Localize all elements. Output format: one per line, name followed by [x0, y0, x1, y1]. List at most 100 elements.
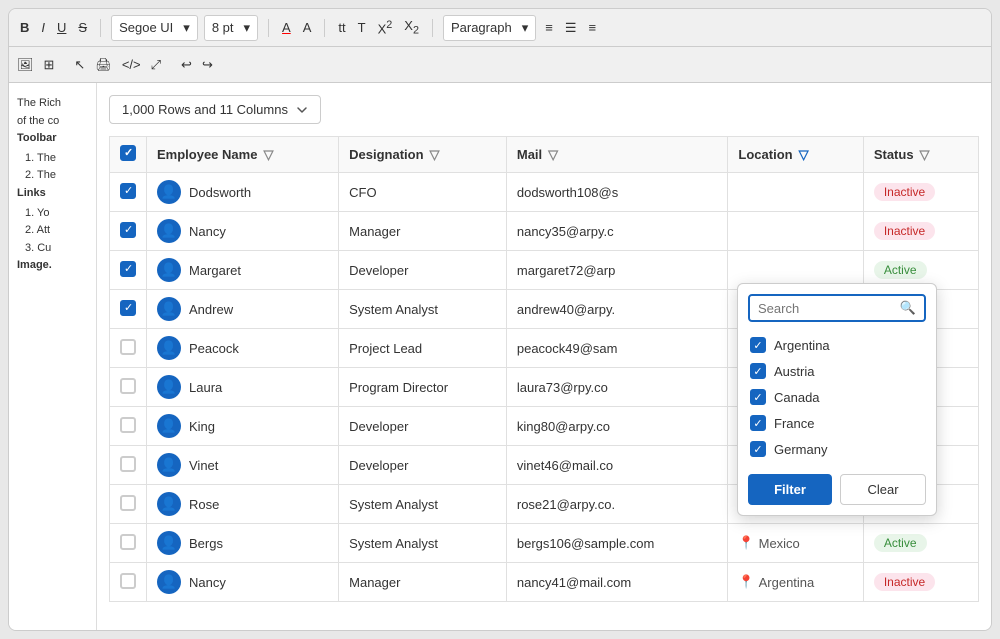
- row-checkbox[interactable]: [120, 456, 136, 472]
- editor-sidebar: The Rich of the co Toolbar 1. The 2. The…: [9, 83, 97, 630]
- mail: nancy41@mail.com: [506, 563, 728, 602]
- align-button[interactable]: ≡: [542, 18, 556, 37]
- filter-designation-icon[interactable]: ▽: [430, 147, 440, 163]
- row-checkbox[interactable]: [120, 222, 136, 238]
- column-header-status: Status ▽: [863, 137, 978, 173]
- filter-location-icon[interactable]: ▽: [799, 147, 809, 163]
- avatar: 👤: [157, 180, 181, 204]
- font-name-select[interactable]: Segoe UI ▾: [111, 15, 198, 41]
- fullscreen-button[interactable]: ⤢: [151, 57, 161, 73]
- filter-item[interactable]: Austria: [748, 358, 926, 384]
- row-checkbox[interactable]: [120, 417, 136, 433]
- bold-button[interactable]: B: [17, 18, 32, 37]
- separator-4: [432, 19, 433, 37]
- undo-button[interactable]: ↩: [181, 57, 192, 73]
- separator-1: [100, 19, 101, 37]
- avatar: 👤: [157, 258, 181, 282]
- row-checkbox[interactable]: [120, 339, 136, 355]
- filter-item-label: Germany: [774, 442, 827, 457]
- font-color-button[interactable]: A: [279, 18, 294, 37]
- filter-apply-button[interactable]: Filter: [748, 474, 832, 505]
- avatar: 👤: [157, 297, 181, 321]
- row-checkbox[interactable]: [120, 573, 136, 589]
- location: 📍Mexico: [728, 524, 863, 563]
- image-button[interactable]: 🖼: [17, 57, 34, 73]
- row-checkbox[interactable]: [120, 495, 136, 511]
- t-button[interactable]: T: [355, 18, 369, 37]
- filter-clear-button[interactable]: Clear: [840, 474, 926, 505]
- strikethrough-button[interactable]: S: [75, 18, 90, 37]
- employee-name: Laura: [189, 380, 222, 395]
- row-checkbox[interactable]: [120, 300, 136, 316]
- employee-name: King: [189, 419, 215, 434]
- editor-body: The Rich of the co Toolbar 1. The 2. The…: [9, 83, 991, 630]
- column-header-name: Employee Name ▽: [147, 137, 339, 173]
- filter-status-icon[interactable]: ▽: [920, 147, 930, 163]
- rows-select-button[interactable]: 1,000 Rows and 11 Columns: [109, 95, 321, 124]
- employee-name: Bergs: [189, 536, 223, 551]
- select-all-checkbox[interactable]: [120, 145, 136, 161]
- table-button[interactable]: ⊞: [44, 57, 55, 73]
- filter-item-checkbox[interactable]: [750, 337, 766, 353]
- filter-search-container: 🔍: [748, 294, 926, 322]
- status-cell: Inactive: [863, 563, 978, 602]
- code-button[interactable]: </>: [122, 57, 141, 72]
- status-cell: Inactive: [863, 173, 978, 212]
- filter-item[interactable]: Argentina: [748, 332, 926, 358]
- designation: Developer: [339, 446, 507, 485]
- font-size-select[interactable]: 8 pt ▾: [204, 15, 258, 41]
- status-badge: Active: [874, 261, 927, 279]
- status-badge: Inactive: [874, 183, 935, 201]
- designation: CFO: [339, 173, 507, 212]
- list-button[interactable]: ☰: [562, 18, 580, 38]
- filter-item-checkbox[interactable]: [750, 363, 766, 379]
- select-all-header[interactable]: [110, 137, 147, 173]
- filter-item[interactable]: Germany: [748, 436, 926, 462]
- table-row: 👤 Dodsworth CFOdodsworth108@s Inactive: [110, 173, 979, 212]
- avatar: 👤: [157, 570, 181, 594]
- filter-item-checkbox[interactable]: [750, 415, 766, 431]
- employee-name: Peacock: [189, 341, 239, 356]
- sidebar-intro2: of the co: [17, 113, 88, 131]
- select-button[interactable]: ↖: [74, 57, 85, 73]
- table-row: 👤BergsSystem Analystbergs106@sample.com📍…: [110, 524, 979, 563]
- row-checkbox[interactable]: [120, 183, 136, 199]
- search-icon: 🔍: [900, 300, 916, 316]
- italic-button[interactable]: I: [38, 18, 48, 37]
- location: 📍 Argentina: [728, 563, 863, 602]
- print-button[interactable]: 🖨: [95, 57, 112, 73]
- status-cell: Inactive: [863, 212, 978, 251]
- redo-button[interactable]: ↪: [202, 57, 213, 73]
- underline-button[interactable]: U: [54, 18, 69, 37]
- superscript-button[interactable]: X2: [375, 17, 396, 38]
- filter-item-checkbox[interactable]: [750, 389, 766, 405]
- location: [728, 173, 863, 212]
- filter-item-checkbox[interactable]: [750, 441, 766, 457]
- row-checkbox[interactable]: [120, 261, 136, 277]
- filter-search-input[interactable]: [758, 301, 894, 316]
- designation: Program Director: [339, 368, 507, 407]
- subscript-button[interactable]: X2: [401, 16, 422, 39]
- filter-item[interactable]: France: [748, 410, 926, 436]
- filter-item[interactable]: Canada: [748, 384, 926, 410]
- list-style-button[interactable]: ≡: [585, 18, 599, 37]
- row-checkbox[interactable]: [120, 378, 136, 394]
- mail: andrew40@arpy.: [506, 290, 728, 329]
- avatar: 👤: [157, 414, 181, 438]
- employee-name: Dodsworth: [189, 185, 251, 200]
- designation: Manager: [339, 563, 507, 602]
- paragraph-select[interactable]: Paragraph ▾: [443, 15, 536, 41]
- row-checkbox[interactable]: [120, 534, 136, 550]
- mail: margaret72@arp: [506, 251, 728, 290]
- location-text: Argentina: [759, 575, 815, 590]
- designation: Manager: [339, 212, 507, 251]
- location-pin-icon: 📍: [738, 574, 754, 590]
- mail: dodsworth108@s: [506, 173, 728, 212]
- filter-mail-icon[interactable]: ▽: [548, 147, 558, 163]
- highlight-button[interactable]: A: [300, 18, 315, 37]
- filter-item-label: France: [774, 416, 814, 431]
- sidebar-t2: 2. The: [17, 167, 88, 185]
- filter-name-icon[interactable]: ▽: [263, 147, 273, 163]
- tt-button[interactable]: tt: [335, 18, 348, 37]
- location: [728, 212, 863, 251]
